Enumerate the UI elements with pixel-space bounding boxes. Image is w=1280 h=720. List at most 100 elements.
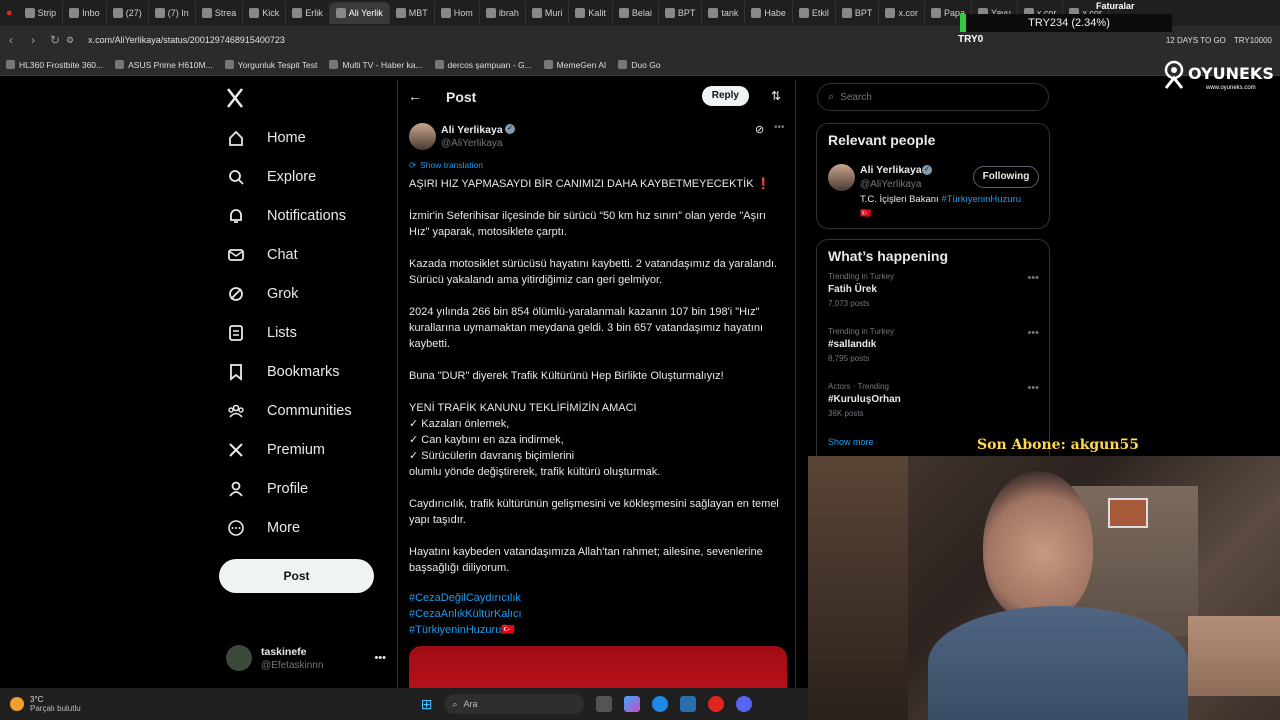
post-more-icon[interactable]: ••• — [774, 122, 785, 133]
streamer-jacket — [928, 606, 1188, 720]
relevant-person-name[interactable]: Ali Yerlikaya — [860, 164, 922, 176]
browser-tab[interactable]: BPT — [836, 2, 880, 24]
browser-tab[interactable]: ibrah — [480, 2, 526, 24]
site-info-icon[interactable]: ⚙ — [66, 35, 74, 46]
back-icon[interactable]: ‹ — [0, 33, 22, 47]
sidebar-item-lists[interactable]: Lists — [218, 313, 388, 352]
tab-favicon-icon — [751, 8, 762, 18]
browser-tab[interactable]: Habe — [745, 2, 793, 24]
copilot-icon[interactable] — [624, 696, 641, 712]
taskbar-search[interactable]: ⌕ Ara — [444, 694, 585, 714]
following-button[interactable]: Following — [973, 166, 1039, 188]
tab-favicon-icon — [154, 8, 165, 18]
browser-tab[interactable]: MBT — [390, 2, 435, 24]
grok-post-icon[interactable]: ⊘ — [755, 123, 764, 136]
bookmark-item[interactable]: ASUS Prime H610M... — [109, 60, 219, 70]
bookmark-item[interactable]: HL360 Frostbite 360... — [0, 60, 109, 70]
browser-tab[interactable]: Strea — [196, 2, 244, 24]
hashtag-link[interactable]: #TürkiyeninHuzuru🇹🇷 — [409, 622, 522, 638]
try-short-label: TRY10000 — [1233, 35, 1272, 45]
edge-icon[interactable] — [652, 696, 669, 712]
show-translation-link[interactable]: ⟳ Show translation — [409, 160, 483, 171]
trend-more-icon[interactable]: ••• — [1027, 272, 1039, 284]
browser-tab[interactable]: Strip — [19, 2, 64, 24]
sidebar-item-premium[interactable]: Premium — [218, 430, 388, 469]
account-switcher[interactable]: taskinefe @Efetaskinnn ••• — [226, 643, 386, 673]
trend-item[interactable]: Actors · Trending #KuruluşOrhan 36K posts •… — [817, 382, 1049, 437]
url-input[interactable]: x.com/AliYerlikaya/status/20012974689154… — [88, 35, 285, 45]
wall-picture — [1108, 498, 1148, 528]
post-paragraph: AŞIRI HIZ YAPMASAYDI BİR CANIMIZI DAHA K… — [409, 178, 771, 190]
back-arrow-icon[interactable]: ← — [408, 88, 422, 104]
verified-badge-icon: ✓ — [505, 124, 515, 134]
search-box[interactable]: ⌕ Search — [817, 83, 1049, 111]
browser-tab[interactable]: Belai — [613, 2, 659, 24]
store-icon[interactable] — [680, 696, 697, 712]
sidebar-item-notifications[interactable]: Notifications — [218, 196, 388, 235]
reload-icon[interactable]: ↻ — [44, 33, 66, 47]
browser-tab[interactable]: Ali Yerlik — [329, 2, 390, 24]
browser-tab[interactable]: BPT — [659, 2, 703, 24]
trend-item[interactable]: Trending in Turkey #sallandık 8,795 posts •… — [817, 327, 1049, 382]
post-title: Post — [446, 89, 477, 105]
author-handle[interactable]: @AliYerlikaya — [441, 138, 502, 149]
weather-widget[interactable]: 3°C Parçalı bulutlu — [10, 695, 81, 713]
discord-icon[interactable] — [736, 696, 753, 712]
browser-tab[interactable]: tank — [702, 2, 746, 24]
opera-icon[interactable] — [708, 696, 725, 712]
sidebar-item-profile[interactable]: Profile — [218, 469, 388, 508]
relevant-person-avatar[interactable] — [828, 164, 855, 191]
task-view-icon[interactable] — [596, 696, 613, 712]
person-icon — [227, 480, 245, 498]
forward-icon[interactable]: › — [22, 33, 44, 47]
sidebar-item-grok[interactable]: Grok — [218, 274, 388, 313]
hashtag-list: #CezaDeğilCaydırıcılık #CezaAnlıkKültürKa… — [409, 590, 522, 638]
search-input[interactable]: Search — [840, 92, 872, 103]
sidebar-item-communities[interactable]: Communities — [218, 391, 388, 430]
relevant-person-handle[interactable]: @AliYerlikaya — [860, 179, 921, 190]
reply-settings-icon[interactable]: ⇅ — [771, 89, 781, 103]
trend-item[interactable]: Trending in Turkey Fatih Ürek 7,073 posts •… — [817, 272, 1049, 327]
trend-more-icon[interactable]: ••• — [1027, 382, 1039, 394]
sidebar-item-bookmarks[interactable]: Bookmarks — [218, 352, 388, 391]
post-paragraph: 2024 yılında 266 bin 854 ölümlü-yaralanm… — [409, 306, 764, 350]
sidebar-item-chat[interactable]: Chat — [218, 235, 388, 274]
sidebar-item-explore[interactable]: Explore — [218, 157, 388, 196]
sidebar-item-label: Premium — [267, 441, 326, 458]
bookmark-favicon-icon — [618, 60, 628, 69]
bookmark-item[interactable]: Multi TV - Haber ka... — [323, 60, 428, 70]
browser-tab[interactable]: Hom — [435, 2, 480, 24]
avatar — [226, 645, 252, 671]
browser-tab[interactable]: Kick — [243, 2, 287, 24]
browser-tab[interactable]: (27) — [107, 2, 149, 24]
bookmark-item[interactable]: Yorgunluk Tespit Test — [219, 60, 324, 70]
sidebar-item-home[interactable]: Home — [218, 118, 388, 157]
windows-start-icon[interactable]: ⊞ — [421, 696, 433, 713]
post-button[interactable]: Post — [219, 559, 374, 593]
author-name[interactable]: Ali Yerlikaya — [441, 124, 503, 136]
sidebar-item-more[interactable]: More — [218, 508, 388, 547]
trend-more-icon[interactable]: ••• — [1027, 327, 1039, 339]
more-dots-icon[interactable]: ••• — [374, 652, 386, 664]
hashtag-link[interactable]: #CezaDeğilCaydırıcılık — [409, 590, 522, 606]
browser-tab[interactable]: (7) In — [149, 2, 196, 24]
browser-tab[interactable]: Kalit — [569, 2, 613, 24]
browser-tab[interactable]: Erlik — [286, 2, 330, 24]
translate-icon: ⟳ — [409, 160, 417, 170]
bio-hashtag-link[interactable]: #TürkiyeninHuzuru — [941, 194, 1021, 205]
browser-tab[interactable]: Muri — [526, 2, 570, 24]
browser-tab[interactable]: x.cor — [879, 2, 925, 24]
browser-tab[interactable]: Etkil — [793, 2, 836, 24]
streamer-head — [983, 471, 1093, 621]
author-avatar[interactable] — [409, 123, 436, 150]
bookmark-item[interactable]: MemeGen AI — [538, 60, 613, 70]
browser-tab[interactable]: Inbo — [63, 2, 107, 24]
weather-desc: Parçalı bulutlu — [30, 704, 81, 713]
hashtag-link[interactable]: #CezaAnlıkKültürKalıcı — [409, 606, 522, 622]
bookmark-item[interactable]: Duo Go — [612, 60, 666, 70]
reply-button[interactable]: Reply — [701, 86, 749, 106]
bookmark-item[interactable]: dercos şampuan - G... — [429, 60, 538, 70]
sidebar-item-label: Home — [267, 129, 306, 146]
x-logo-icon[interactable] — [218, 86, 252, 115]
opera-menu-icon[interactable]: ● — [6, 7, 13, 19]
